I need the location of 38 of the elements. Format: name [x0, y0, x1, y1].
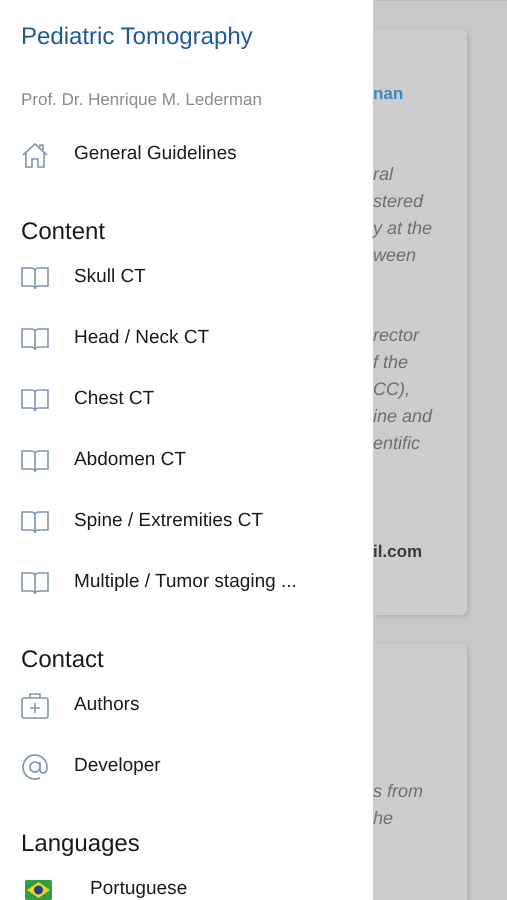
menu-item[interactable]: Skull CT: [0, 247, 373, 308]
app-title: Pediatric Tomography: [21, 22, 254, 52]
author-name: Prof. Dr. Henrique M. Lederman: [21, 89, 263, 111]
at-sign-icon: [22, 754, 48, 780]
menu-item[interactable]: Developer: [0, 736, 373, 797]
book-icon: [21, 570, 49, 594]
medical-kit-icon: [21, 692, 49, 720]
menu-item[interactable]: Portuguese: [0, 859, 373, 900]
card-text: s from: [373, 780, 424, 803]
card-text: entific: [373, 432, 420, 455]
card-text: nan: [373, 84, 404, 104]
section-heading: Languages: [21, 829, 141, 859]
card-text: ine and: [373, 405, 432, 428]
section-heading: Contact: [21, 645, 105, 675]
book-icon: [21, 510, 49, 534]
menu-item[interactable]: Authors: [0, 675, 373, 736]
menu-item[interactable]: Spine / Extremities CT: [0, 491, 373, 552]
home-icon: [21, 142, 49, 168]
section-heading: Content: [21, 217, 106, 247]
book-icon: [21, 266, 49, 290]
book-icon: [21, 448, 49, 472]
book-icon: [21, 326, 49, 350]
card-text: stered: [373, 190, 424, 213]
brazil-flag-icon: [24, 880, 52, 900]
book-icon: [21, 388, 49, 412]
card-text: ral: [373, 163, 394, 186]
card-text: y at the: [373, 217, 432, 240]
card-text: CC),: [373, 378, 410, 401]
menu-item[interactable]: Multiple / Tumor staging ...: [0, 552, 373, 613]
menu-item[interactable]: Head / Neck CT: [0, 308, 373, 369]
card-text: he: [373, 807, 394, 830]
menu-item[interactable]: Chest CT: [0, 369, 373, 430]
menu-item[interactable]: Abdomen CT: [0, 430, 373, 491]
card-text: rector: [373, 324, 420, 347]
card-text: f the: [373, 351, 408, 374]
card-text: il.com: [373, 542, 422, 562]
card-text: ween: [373, 244, 416, 267]
menu-item[interactable]: General Guidelines: [0, 124, 373, 185]
